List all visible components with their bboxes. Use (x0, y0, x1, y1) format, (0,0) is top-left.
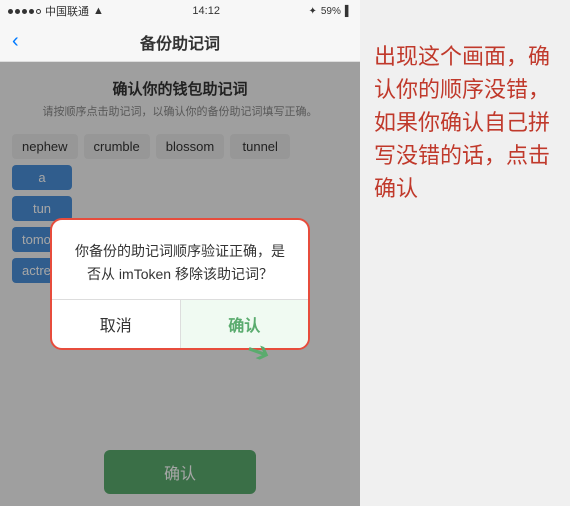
wifi-icon: ▲ (93, 5, 104, 17)
battery-label: 59% (321, 6, 341, 17)
battery-icon: ▌ (345, 6, 352, 17)
time-label: 14:12 (192, 5, 220, 17)
signal-dot-5 (36, 9, 41, 14)
modal-text: 你备份的助记词顺序验证正确，是否从 imToken 移除该助记词？ (70, 240, 290, 285)
annotation-area: 出现这个画面，确认你的顺序没错，如果你确认自己拼写没错的话，点击确认 (360, 0, 570, 506)
bluetooth-icon: ✦ (308, 6, 316, 17)
status-left: 中国联通 ▲ (8, 3, 104, 19)
signal-dot-4 (29, 9, 34, 14)
carrier-label: 中国联通 (45, 3, 89, 19)
signal-dots (8, 9, 41, 14)
modal-cancel-button[interactable]: 取消 (52, 300, 181, 348)
modal-wrapper: 你备份的助记词顺序验证正确，是否从 imToken 移除该助记词？ 取消 确认 … (50, 218, 310, 350)
signal-dot-3 (22, 9, 27, 14)
nav-bar: ‹ 备份助记词 (0, 22, 360, 62)
status-right: ✦ 59% ▌ (308, 6, 352, 17)
phone-screen: 中国联通 ▲ 14:12 ✦ 59% ▌ ‹ 备份助记词 确认你的钱包助记词 请… (0, 0, 360, 506)
status-bar: 中国联通 ▲ 14:12 ✦ 59% ▌ (0, 0, 360, 22)
nav-title: 备份助记词 (140, 30, 220, 54)
back-button[interactable]: ‹ (12, 30, 19, 53)
annotation-text: 出现这个画面，确认你的顺序没错，如果你确认自己拼写没错的话，点击确认 (374, 40, 556, 205)
modal-body: 你备份的助记词顺序验证正确，是否从 imToken 移除该助记词？ (52, 220, 308, 299)
modal-dialog: 你备份的助记词顺序验证正确，是否从 imToken 移除该助记词？ 取消 确认 (50, 218, 310, 350)
modal-ok-button[interactable]: 确认 (181, 300, 309, 348)
signal-dot-2 (15, 9, 20, 14)
modal-backdrop: 你备份的助记词顺序验证正确，是否从 imToken 移除该助记词？ 取消 确认 … (0, 62, 360, 506)
signal-dot-1 (8, 9, 13, 14)
page-content: 确认你的钱包助记词 请按顺序点击助记词，以确认你的备份助记词填写正确。 neph… (0, 62, 360, 506)
